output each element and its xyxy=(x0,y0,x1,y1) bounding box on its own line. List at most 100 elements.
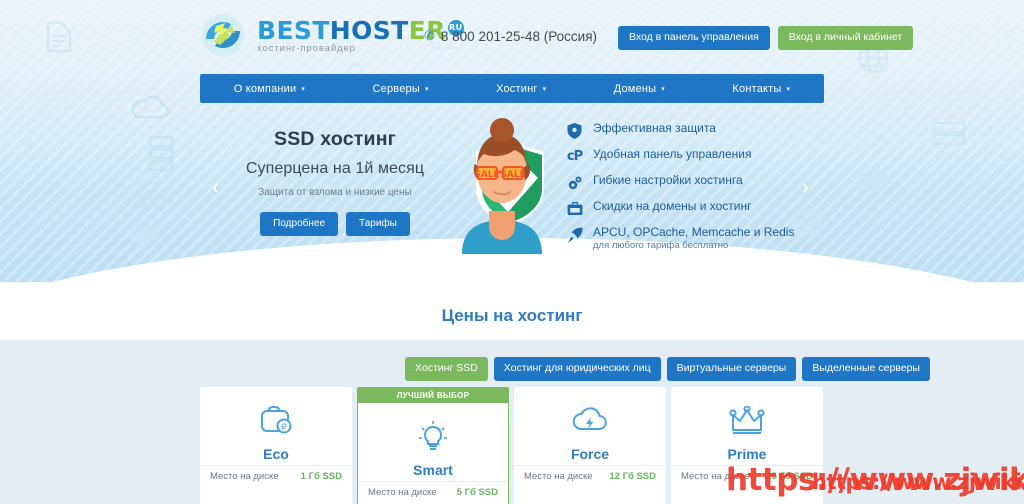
chevron-down-icon: ▾ xyxy=(424,85,429,93)
pricing-card-body: Force xyxy=(514,387,666,465)
feature-cache-main: APCU, OPCache, Memcache и Redis xyxy=(593,225,795,239)
nav-label-about: О компании xyxy=(233,82,297,95)
shield-icon xyxy=(566,122,583,139)
hero-more-button[interactable]: Подробнее xyxy=(260,212,339,236)
pricing-card-force[interactable]: Force Место на диске 12 Гб SSD xyxy=(514,387,666,504)
feature-item-discounts: Скидки на домены и хостинг xyxy=(566,199,794,217)
decor-monitor2-icon xyxy=(859,171,887,196)
tab-dedicated-servers[interactable]: Выделенные серверы xyxy=(802,357,930,381)
header-actions: Вход в панель управления Вход в личный к… xyxy=(618,26,914,50)
header-phone[interactable]: ✆ 8 800 201-25-48 (Россия) xyxy=(424,28,597,44)
page-title: Цены на хостинг xyxy=(441,306,583,325)
feature-item-cpanel: cP Удобная панель управления xyxy=(566,147,794,165)
nav-label-servers: Серверы xyxy=(372,82,420,95)
nav-label-domains: Домены xyxy=(613,82,657,95)
pricing-card-body: Smart xyxy=(358,403,508,481)
disk-value: 25 Гб SSD xyxy=(766,471,813,482)
cloud-bolt-icon xyxy=(514,401,666,441)
svg-text:SALE: SALE xyxy=(474,170,499,180)
hero-feature-list: Эффективная защита cP Удобная панель упр… xyxy=(566,121,795,261)
page-root: BESTHOSTER RU хостинг-провайдер ✆ 8 800 2… xyxy=(0,0,1024,504)
decor-download-icon xyxy=(16,128,44,158)
pricing-cards: ₽ Eco Место на диске 1 Гб SSD ЛУЧШИЙ ВЫБ… xyxy=(200,387,823,504)
main-navigation: О компании ▾ Серверы ▾ Хостинг ▾ Домены … xyxy=(200,74,824,103)
chevron-down-icon: ▾ xyxy=(786,85,791,93)
site-header: BESTHOSTER RU хостинг-провайдер ✆ 8 800 2… xyxy=(0,0,1024,74)
rocket-icon xyxy=(566,226,583,243)
phone-icon: ✆ xyxy=(424,28,435,43)
feature-item-settings: Гибкие настройки хостинга xyxy=(566,173,794,191)
nav-item-servers[interactable]: Серверы ▾ xyxy=(373,83,429,95)
control-panel-login-button[interactable]: Вход в панель управления xyxy=(618,26,770,50)
hero-tariffs-button[interactable]: Тарифы xyxy=(346,212,410,236)
pricing-tabs: Хостинг SSD Хостинг для юридических лиц … xyxy=(405,357,930,381)
hero-section: BESTHOSTER RU хостинг-провайдер ✆ 8 800 2… xyxy=(0,0,1024,282)
pricing-section: Хостинг SSD Хостинг для юридических лиц … xyxy=(0,340,1024,504)
hero-illustration: SALE SALE xyxy=(462,118,544,254)
pricing-card-name: Prime xyxy=(727,446,767,462)
decor-cloud-icon xyxy=(131,95,170,119)
feature-item-protection: Эффективная защита xyxy=(566,121,794,139)
hero-subtitle: Суперцена на 1й месяц xyxy=(245,160,425,177)
feature-label-cache: APCU, OPCache, Memcache и Redis для любо… xyxy=(593,225,795,252)
briefcase-icon xyxy=(566,200,583,217)
decor-monitor-icon xyxy=(131,225,159,250)
feature-cache-sub: для любого тарифа бесплатно xyxy=(593,239,729,251)
disk-label: Место на диске xyxy=(681,471,750,482)
tab-virtual-servers[interactable]: Виртуальные серверы xyxy=(666,357,797,381)
disk-label: Место на диске xyxy=(524,471,593,482)
lightbulb-icon xyxy=(358,417,508,457)
logo-mark-icon xyxy=(202,14,244,56)
hero-title: SSD хостинг xyxy=(273,128,396,150)
nav-item-domains[interactable]: Домены ▾ xyxy=(614,83,665,95)
chevron-down-icon: ▾ xyxy=(661,85,665,93)
logo-text-host: HOST xyxy=(329,16,409,46)
nav-label-contacts: Контакты xyxy=(732,82,782,95)
pricing-card-name: Smart xyxy=(413,462,453,478)
hero-copy: SSD хостинг Суперцена на 1й месяц Защита… xyxy=(232,128,438,236)
decor-server-rack-icon xyxy=(932,121,966,146)
disk-value: 12 Гб SSD xyxy=(609,471,656,482)
logo-text-best: BEST xyxy=(257,16,330,46)
personal-account-login-button[interactable]: Вход в личный кабинет xyxy=(777,26,914,50)
pricing-card-disk-row: Место на диске 25 Гб SSD xyxy=(671,465,823,488)
crown-icon xyxy=(671,401,823,441)
disk-label: Место на диске xyxy=(368,487,437,498)
decor-list-icon xyxy=(793,209,821,236)
svg-text:₽: ₽ xyxy=(281,423,287,433)
carousel-next-icon[interactable]: › xyxy=(802,176,809,200)
disk-label: Место на диске xyxy=(210,471,279,482)
pricing-card-body: ₽ Eco xyxy=(200,387,352,465)
chevron-down-icon: ▾ xyxy=(542,85,547,93)
decor-network-icon xyxy=(134,182,167,207)
hero-actions: Подробнее Тарифы xyxy=(232,212,438,236)
nav-item-contacts[interactable]: Контакты ▾ xyxy=(732,83,790,95)
chevron-down-icon: ▾ xyxy=(301,85,306,93)
pricing-card-body: Prime xyxy=(671,387,823,465)
feature-label-settings: Гибкие настройки хостинга xyxy=(593,173,743,187)
pricing-card-disk-row: Место на диске 5 Гб SSD xyxy=(358,481,508,504)
hero-note: Защита от взлома и низкие цены xyxy=(258,187,412,198)
feature-label-discounts: Скидки на домены и хостинг xyxy=(593,199,752,213)
carousel-prev-icon[interactable]: ‹ xyxy=(212,176,219,200)
pricing-card-eco[interactable]: ₽ Eco Место на диске 1 Гб SSD xyxy=(200,387,352,504)
pricing-card-smart[interactable]: ЛУЧШИЙ ВЫБОР Smart Место на диске 5 Гб S… xyxy=(357,387,509,504)
feature-item-cache: APCU, OPCache, Memcache и Redis для любо… xyxy=(566,225,795,252)
svg-text:SALE: SALE xyxy=(500,170,525,180)
disk-value: 1 Гб SSD xyxy=(300,471,342,482)
tab-hosting-legal-entities[interactable]: Хостинг для юридических лиц xyxy=(493,357,661,381)
disk-value: 5 Гб SSD xyxy=(456,487,498,498)
feature-label-cpanel: Удобная панель управления xyxy=(593,147,752,161)
tab-hosting-ssd[interactable]: Хостинг SSD xyxy=(405,357,488,381)
nav-item-about[interactable]: О компании ▾ xyxy=(234,83,305,95)
gears-icon xyxy=(566,174,583,191)
logo-tagline: хостинг-провайдер xyxy=(257,43,356,55)
pricing-card-prime[interactable]: Prime Место на диске 25 Гб SSD xyxy=(671,387,823,504)
nav-item-hosting[interactable]: Хостинг ▾ xyxy=(496,83,546,95)
feature-label-protection: Эффективная защита xyxy=(593,121,716,135)
best-choice-badge: ЛУЧШИЙ ВЫБОР xyxy=(358,387,508,403)
pricing-card-disk-row: Место на диске 1 Гб SSD xyxy=(200,465,352,488)
decor-server-icon xyxy=(148,135,174,172)
cpanel-icon: cP xyxy=(566,149,583,164)
pricing-card-disk-row: Место на диске 12 Гб SSD xyxy=(514,465,666,488)
